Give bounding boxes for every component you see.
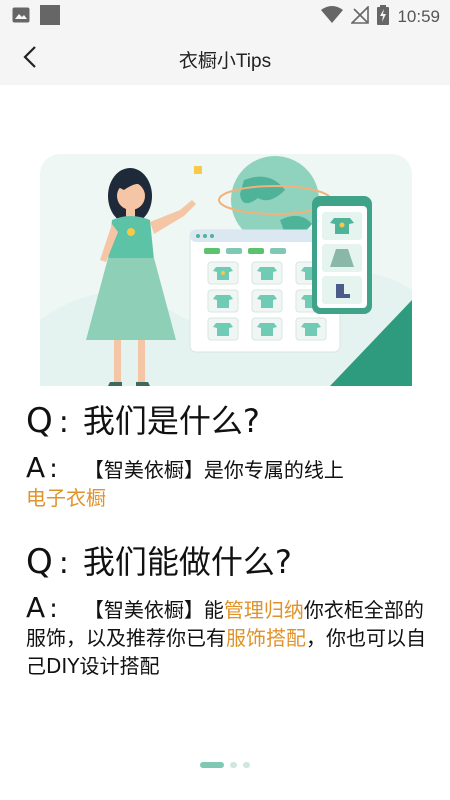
q-colon: : [58, 405, 69, 440]
answer-1-highlight: 电子衣橱 [26, 486, 106, 510]
square-icon [40, 4, 60, 29]
page-dot-1[interactable] [200, 762, 224, 768]
page-dot-3[interactable] [243, 762, 250, 768]
question-1: Q : 我们是什么? [26, 404, 436, 438]
question-2: Q : 我们能做什么? [26, 545, 436, 579]
status-bar-left [12, 4, 60, 29]
status-bar: 10:59 [0, 0, 450, 33]
question-2-text: 我们能做什么? [82, 543, 292, 581]
no-signal-icon [350, 4, 370, 28]
status-bar-right: 10:59 [321, 4, 440, 29]
page-dot-2[interactable] [230, 762, 237, 768]
back-button[interactable] [14, 43, 46, 75]
answer-1: A: 【智美依橱】是你专属的线上电子衣橱 [26, 454, 436, 512]
question-1-text: 我们是什么? [82, 402, 260, 440]
answer-2: A: 【智美依橱】能管理归纳你衣柜全部的服饰，以及推荐你已有服饰搭配，你也可以自己… [26, 594, 432, 680]
q-colon: : [58, 546, 69, 581]
a-colon: : [49, 454, 58, 484]
answer-2-highlight-2: 服饰搭配 [226, 626, 306, 650]
page-title: 衣橱小Tips [178, 50, 272, 72]
q-letter: Q [26, 542, 53, 582]
a-letter: A [26, 451, 46, 484]
status-time: 10:59 [397, 6, 440, 26]
answer-2-highlight-1: 管理归纳 [223, 598, 304, 622]
a-colon: : [49, 594, 58, 624]
wardrobe-illustration [30, 150, 422, 390]
battery-charging-icon [377, 4, 390, 29]
answer-2-part1: 【智美依橱】能 [83, 598, 224, 622]
top-nav-bar: 衣橱小Tips [0, 33, 450, 85]
back-chevron-icon [22, 45, 38, 73]
image-icon [12, 7, 30, 27]
page-indicator [0, 762, 450, 768]
answer-1-text: 【智美依橱】是你专属的线上 [83, 458, 344, 482]
a-letter: A [26, 591, 46, 624]
wifi-icon [321, 5, 344, 28]
q-letter: Q [26, 401, 53, 441]
